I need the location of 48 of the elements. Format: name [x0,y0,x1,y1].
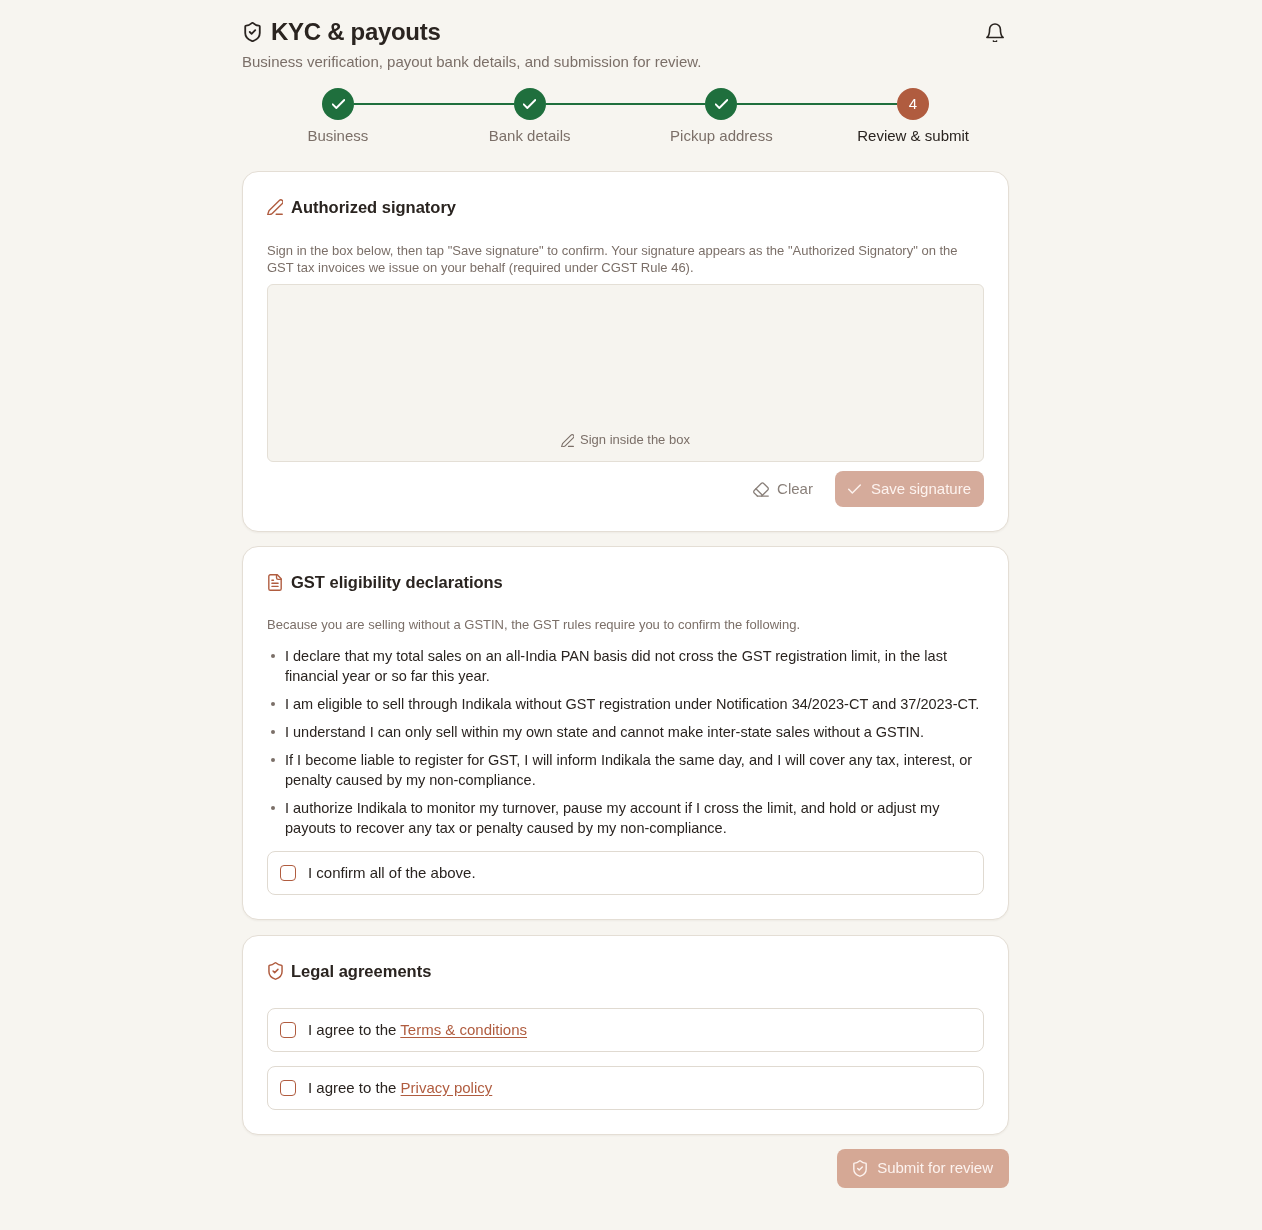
agreement-option[interactable]: I agree to the Terms & conditions [267,1008,984,1052]
signature-pad[interactable]: Sign inside the box [267,284,984,462]
step-label: Pickup address [670,126,773,146]
declaration-text: I understand I can only sell within my own state and cannot make inter-state sales without a GSTIN. [285,723,925,742]
card-description: Because you are selling without a GSTIN, the GST rules require you to confirm the following. [267,616,802,634]
step-label: Review & submit [857,126,969,146]
card-title: Authorized signatory [291,197,456,218]
confirm-text: I confirm all of the above. [308,863,476,883]
check-icon [847,484,861,494]
document-icon [268,573,282,591]
step-indicator: 4 [897,88,929,120]
card-title: Legal agreements [291,961,432,982]
pen-icon [561,433,575,447]
bullet-icon [271,730,275,734]
bell-icon[interactable] [986,22,1004,42]
agreement-text: I agree to the Terms & conditions [308,1020,527,1040]
checkbox[interactable] [280,1080,296,1096]
bullet-icon [271,758,275,762]
bullet-icon [271,654,275,658]
checkbox[interactable] [280,865,296,881]
shield-icon [267,962,283,980]
shield-icon [853,1160,868,1177]
check-icon [331,99,345,109]
card-description: Sign in the box below, then tap "Save signature" to confirm. Your signature appears as the "Authorized Signatory" on the GST tax invoices we issue on your behalf (required under CGST Rule 46). [267,242,959,276]
agreement-text: I agree to the Privacy policy [308,1078,493,1098]
declaration-text: I am eligible to sell through Indikala without GST registration under Notification 34/2023-CT and 37/2023-CT. [285,695,980,714]
agreement-option[interactable]: I agree to the Privacy policy [267,1066,984,1110]
agreement-link[interactable]: Terms & conditions [400,1021,527,1038]
step-label: Business [307,126,369,146]
page-title: KYC & payouts [271,17,441,47]
bullet-icon [271,806,275,810]
step-label: Bank details [488,126,571,146]
bullet-icon [271,702,275,706]
declaration-text: I authorize Indikala to monitor my turnover, pause my account if I cross the limit, and hold or adjust my payouts to recover any tax or penalty caused by my non-compliance. [285,799,941,838]
checkbox[interactable] [280,1022,296,1038]
placeholder-text: Sign inside the box [580,431,690,449]
check-icon [523,99,537,109]
check-icon [714,99,728,109]
confirm-option[interactable]: I confirm all of the above. [267,851,984,895]
declaration-text: I declare that my total sales on an all-India PAN basis did not cross the GST registration limit, in the last financial year or so far this year. [285,647,948,686]
pen-icon [267,199,283,215]
clear-button[interactable]: Clear [749,471,817,507]
declaration-text: If I become liable to register for GST, I will inform Indikala the same day, and I will cover any tax, interest, or penalty caused by my non-compliance. [285,751,974,790]
page-subtitle: Business verification, payout bank details, and submission for review. [242,52,703,72]
agreement-link[interactable]: Privacy policy [400,1079,493,1096]
card-title: GST eligibility declarations [291,572,503,593]
eraser-icon [753,481,770,497]
shield-icon [244,22,261,42]
